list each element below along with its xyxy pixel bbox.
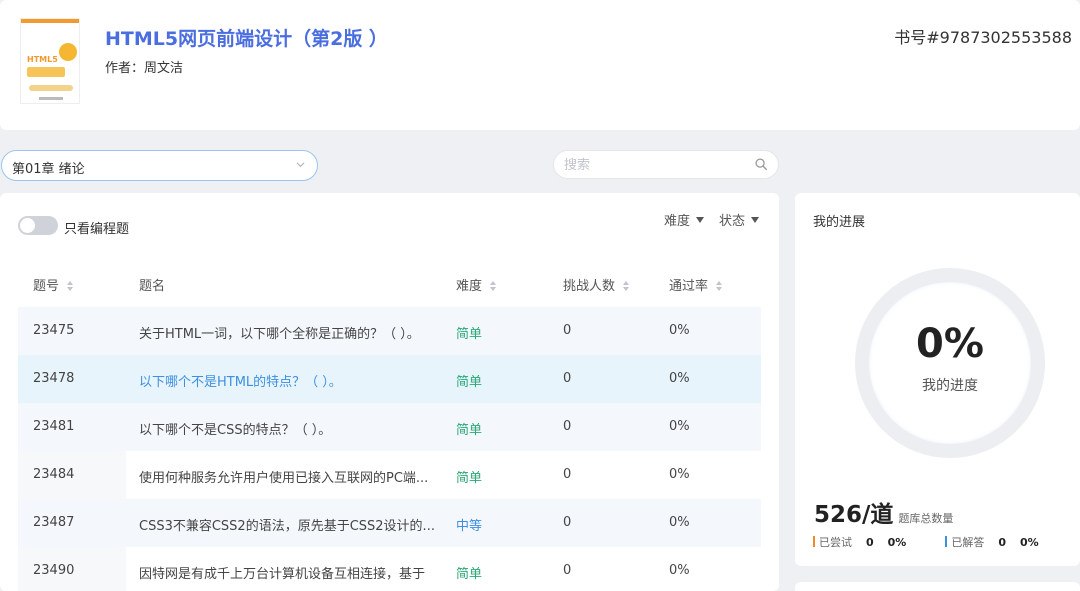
sort-icon[interactable]	[716, 281, 723, 291]
cover-publisher	[39, 97, 63, 100]
search-icon[interactable]	[755, 158, 768, 171]
book-author: 作者：周文洁	[105, 61, 184, 76]
tried-label: 已尝试	[819, 536, 852, 549]
problem-pass-rate: 0%	[669, 419, 690, 434]
problem-pass-rate: 0%	[669, 371, 690, 386]
problem-id: 23475	[33, 323, 75, 338]
programming-only-toggle[interactable]	[18, 216, 58, 235]
problem-difficulty: 简单	[456, 375, 483, 390]
problem-pass-rate: 0%	[669, 563, 690, 578]
progress-percent-label: 我的进度	[922, 378, 978, 394]
table-row[interactable]: 23487 CSS3不兼容CSS2的语法，原先基于CSS2设计的... 中等 0…	[18, 499, 761, 547]
problem-id: 23481	[33, 419, 75, 434]
table-row[interactable]: 23490 因特网是有成千上万台计算机设备互相连接，基于 简单 0 0%	[18, 547, 761, 591]
col-header-difficulty-label: 难度	[456, 279, 483, 294]
chapter-select[interactable]: 第01章 绪论	[1, 150, 318, 181]
cover-title: HTML5	[27, 55, 58, 64]
secondary-card	[795, 582, 1080, 591]
problem-pass-rate: 0%	[669, 515, 690, 530]
problem-pass-rate: 0%	[669, 467, 690, 482]
progress-stats: 已尝试 0 0% 已解答 0 0%	[813, 534, 1039, 550]
sort-icon[interactable]	[67, 281, 74, 291]
col-header-id[interactable]: 题号	[33, 275, 74, 294]
cover-decoration	[29, 85, 73, 91]
problem-pass-rate: 0%	[669, 323, 690, 338]
problem-difficulty: 简单	[456, 327, 483, 342]
total-problems: 526/道 题库总数量	[814, 495, 953, 529]
cover-badge	[59, 43, 77, 61]
difficulty-filter-label: 难度	[664, 214, 691, 229]
col-header-pass-rate-label: 通过率	[669, 279, 709, 294]
total-problems-label: 题库总数量	[898, 512, 954, 525]
caret-down-icon	[696, 217, 705, 223]
search-input[interactable]	[564, 156, 744, 174]
table-header: 题号 题名 难度 挑战人数 通过率	[18, 259, 761, 307]
tried-percent: 0%	[887, 536, 907, 549]
book-isbn: 书号#9787302553588	[894, 28, 1072, 47]
col-header-pass-rate[interactable]: 通过率	[669, 275, 723, 294]
problem-difficulty: 中等	[456, 519, 483, 534]
problem-difficulty: 简单	[456, 423, 483, 438]
problem-challengers: 0	[563, 515, 572, 530]
solved-marker-icon	[945, 536, 948, 547]
caret-down-icon	[751, 217, 760, 223]
toggle-knob	[20, 218, 35, 233]
solved-count: 0	[998, 536, 1006, 549]
problem-id: 23478	[33, 371, 75, 386]
sort-icon[interactable]	[623, 281, 630, 291]
col-header-difficulty[interactable]: 难度	[456, 275, 497, 294]
progress-ring: 0% 我的进度	[850, 263, 1050, 463]
col-header-challengers-label: 挑战人数	[563, 279, 616, 294]
solved-label: 已解答	[951, 536, 985, 549]
cover-strip	[21, 19, 79, 23]
problem-challengers: 0	[563, 323, 572, 338]
problem-list-card: 只看编程题 难度 状态 题号 题名 难度 挑战人数 通过率 23475 关于HT…	[0, 193, 779, 591]
problem-title[interactable]: 以下哪个不是CSS的特点？（ ）。	[139, 419, 331, 438]
search-box[interactable]	[553, 150, 779, 179]
table-row[interactable]: 23481 以下哪个不是CSS的特点？（ ）。 简单 0 0%	[18, 403, 761, 451]
problem-title[interactable]: 以下哪个不是HTML的特点？（ ）。	[139, 371, 342, 390]
col-header-challengers[interactable]: 挑战人数	[563, 275, 630, 294]
sort-icon[interactable]	[490, 281, 497, 291]
problem-title[interactable]: CSS3不兼容CSS2的语法，原先基于CSS2设计的...	[139, 515, 435, 534]
book-title[interactable]: HTML5网页前端设计（第2版 ）	[105, 24, 388, 51]
progress-card: 我的进展 0% 我的进度 526/道 题库总数量 已尝试 0 0% 已解答 0 0%	[795, 193, 1080, 566]
problem-difficulty: 简单	[456, 471, 483, 486]
problem-id: 23490	[33, 563, 75, 578]
cover-subtitle-band	[27, 67, 65, 77]
status-filter-label: 状态	[719, 214, 746, 229]
problem-challengers: 0	[563, 419, 572, 434]
tried-marker-icon	[813, 536, 815, 547]
chevron-down-icon	[296, 162, 305, 168]
problem-id: 23484	[33, 467, 75, 482]
problem-title[interactable]: 因特网是有成千上万台计算机设备互相连接，基于	[139, 563, 425, 582]
table-row[interactable]: 23475 关于HTML一词，以下哪个全称是正确的？（ ）。 简单 0 0%	[18, 307, 761, 355]
book-cover-image[interactable]: HTML5	[20, 18, 80, 104]
problem-challengers: 0	[563, 563, 572, 578]
chapter-select-value: 第01章 绪论	[12, 162, 85, 177]
problem-table: 题号 题名 难度 挑战人数 通过率 23475 关于HTML一词，以下哪个全称是…	[18, 259, 761, 591]
total-problems-count: 526/道	[814, 502, 894, 528]
problem-difficulty: 简单	[456, 567, 483, 582]
problem-challengers: 0	[563, 467, 572, 482]
tried-count: 0	[866, 536, 874, 549]
table-row[interactable]: 23484 使用何种服务允许用户使用已接入互联网的PC端... 简单 0 0%	[18, 451, 761, 499]
table-row[interactable]: 23478 以下哪个不是HTML的特点？（ ）。 简单 0 0%	[18, 355, 761, 403]
toggle-label: 只看编程题	[64, 222, 130, 237]
book-header: HTML5 HTML5网页前端设计（第2版 ） 作者：周文洁 书号#978730…	[0, 0, 1080, 130]
table-body: 23475 关于HTML一词，以下哪个全称是正确的？（ ）。 简单 0 0% 2…	[18, 307, 761, 591]
col-header-id-label: 题号	[33, 279, 60, 294]
difficulty-filter[interactable]: 难度	[664, 210, 705, 229]
progress-title: 我的进展	[813, 215, 866, 230]
problem-title[interactable]: 关于HTML一词，以下哪个全称是正确的？（ ）。	[139, 323, 420, 342]
progress-percent: 0%	[916, 321, 984, 367]
problem-challengers: 0	[563, 371, 572, 386]
problem-id: 23487	[33, 515, 75, 530]
status-filter[interactable]: 状态	[719, 210, 760, 229]
problem-title[interactable]: 使用何种服务允许用户使用已接入互联网的PC端...	[139, 467, 428, 486]
solved-percent: 0%	[1020, 536, 1039, 549]
col-header-title: 题名	[139, 279, 166, 294]
